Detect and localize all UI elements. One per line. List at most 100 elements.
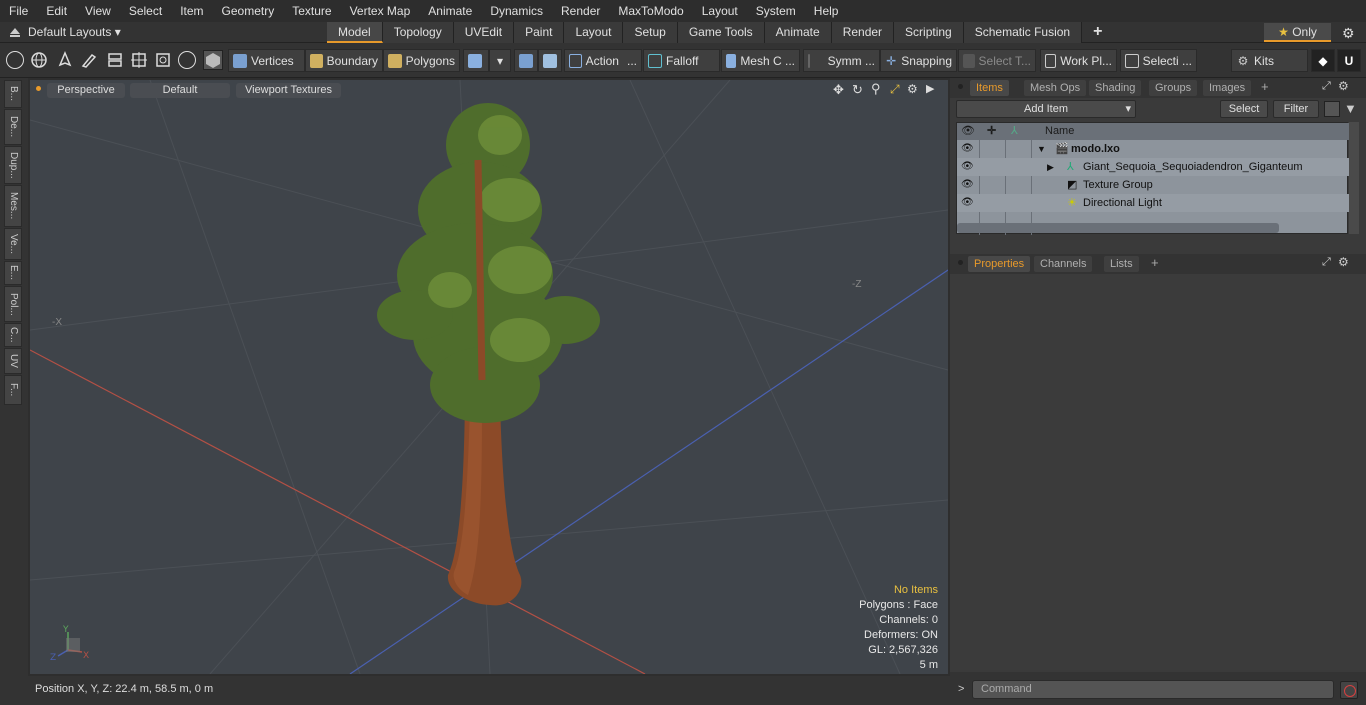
eye-icon[interactable]: 👁 xyxy=(961,161,974,173)
tree-row-texture-group[interactable]: 👁 ◩ Texture Group xyxy=(957,176,1349,194)
tab-mesh-ops[interactable]: Mesh Ops xyxy=(1024,80,1087,96)
menu-geometry[interactable]: Geometry xyxy=(213,0,284,22)
item-mode-dropdown[interactable]: ▾ xyxy=(489,49,511,72)
tab-render[interactable]: Render xyxy=(831,22,895,43)
panel-gear-icon[interactable]: ⚙ xyxy=(1338,79,1349,93)
tab-shading[interactable]: Shading xyxy=(1089,80,1142,96)
kits-button[interactable]: ⚙ Kits xyxy=(1231,49,1308,72)
panel-menu-dot-icon[interactable] xyxy=(958,260,963,265)
symmetry-button[interactable]: Symm ... xyxy=(803,49,880,72)
tree-h-scrollbar[interactable] xyxy=(957,223,1279,233)
tree-v-scrollbar[interactable] xyxy=(1349,122,1359,234)
action-center-button[interactable]: Action... xyxy=(564,49,642,72)
rotate-icon[interactable]: ↻ xyxy=(852,82,863,98)
tab-items[interactable]: Items xyxy=(970,80,1009,96)
menu-texture[interactable]: Texture xyxy=(283,0,340,22)
left-tab-fusion[interactable]: F... xyxy=(4,375,22,405)
expand-icon[interactable]: ⤢ xyxy=(1322,256,1331,269)
left-tab-deform[interactable]: De... xyxy=(4,109,22,145)
viewport-textures-dropdown[interactable]: Viewport Textures xyxy=(236,83,341,98)
tab-animate[interactable]: Animate xyxy=(764,22,832,43)
layout-dropdown[interactable]: Default Layouts ▾ xyxy=(28,22,121,43)
viewport-arrow-icon[interactable]: ▶ xyxy=(926,82,934,95)
item-mode-button[interactable] xyxy=(463,49,489,72)
align-icon[interactable] xyxy=(106,51,124,69)
falloff-button[interactable]: Falloff xyxy=(643,49,720,72)
clock-icon[interactable] xyxy=(178,51,196,69)
collapse-arrow-icon[interactable]: ▶ xyxy=(1047,158,1054,176)
add-tab-plus-icon[interactable]: + xyxy=(1082,22,1113,43)
menu-dynamics[interactable]: Dynamics xyxy=(481,0,552,22)
collapse-icon[interactable] xyxy=(9,26,21,38)
snapping-button[interactable]: ✛ Snapping xyxy=(880,49,957,72)
left-tab-basic[interactable]: B... xyxy=(4,80,22,108)
tab-layout[interactable]: Layout xyxy=(564,22,624,43)
left-tab-mesh-edit[interactable]: Mes... xyxy=(4,185,22,227)
work-plane-button[interactable]: Work Pl... xyxy=(1040,49,1117,72)
frame-icon[interactable] xyxy=(154,51,172,69)
maximize-icon[interactable]: ⤢ xyxy=(890,82,900,97)
boundary-button[interactable]: Boundary xyxy=(305,49,383,72)
menu-file[interactable]: File xyxy=(0,0,37,22)
left-tab-uv[interactable]: UV xyxy=(4,348,22,374)
globe-icon[interactable] xyxy=(30,51,48,69)
menu-view[interactable]: View xyxy=(76,0,120,22)
menu-select[interactable]: Select xyxy=(120,0,171,22)
tab-model[interactable]: Model xyxy=(327,22,383,43)
name-column-header[interactable]: Name xyxy=(1045,123,1074,140)
menu-help[interactable]: Help xyxy=(805,0,848,22)
tab-groups[interactable]: Groups xyxy=(1149,80,1198,96)
eye-icon[interactable]: 👁 xyxy=(961,179,974,191)
selection-sets-button[interactable]: Selecti ... xyxy=(1120,49,1197,72)
tab-scripting[interactable]: Scripting xyxy=(894,22,964,43)
tab-schematic-fusion[interactable]: Schematic Fusion xyxy=(963,22,1083,43)
select-button[interactable]: Select xyxy=(1220,100,1268,118)
eye-icon[interactable]: 👁 xyxy=(961,197,974,209)
panel-gear-icon[interactable]: ⚙ xyxy=(1338,255,1349,269)
tab-paint[interactable]: Paint xyxy=(514,22,565,43)
command-input[interactable]: Command xyxy=(972,680,1334,699)
viewport-menu-dot-icon[interactable] xyxy=(36,86,41,91)
add-item-button[interactable]: Add Item ▾ xyxy=(956,100,1136,118)
center-mode-button[interactable] xyxy=(514,49,538,72)
menu-vertex-map[interactable]: Vertex Map xyxy=(341,0,420,22)
pan-icon[interactable]: ✥ xyxy=(833,82,844,98)
expand-icon[interactable]: ⤢ xyxy=(1322,80,1331,93)
viewport-gear-icon[interactable]: ⚙ xyxy=(907,82,918,96)
funnel-icon[interactable]: ▼ xyxy=(1344,101,1357,116)
shading-dropdown[interactable]: Default xyxy=(130,83,230,98)
only-button[interactable]: ★ Only xyxy=(1264,23,1331,42)
filter-button[interactable]: Filter xyxy=(1273,100,1319,118)
mesh-constraints-button[interactable]: Mesh C ... xyxy=(721,49,800,72)
left-tab-duplicate[interactable]: Dup... xyxy=(4,146,22,184)
lock-header-icon[interactable]: ✛ xyxy=(987,123,996,140)
tab-topology[interactable]: Topology xyxy=(382,22,454,43)
view-mode-dropdown[interactable]: Perspective xyxy=(47,83,125,98)
tab-game-tools[interactable]: Game Tools xyxy=(677,22,765,43)
circle-select-icon[interactable] xyxy=(6,51,24,69)
menu-system[interactable]: System xyxy=(747,0,805,22)
shaded-cube-icon[interactable] xyxy=(203,50,223,70)
menu-edit[interactable]: Edit xyxy=(37,0,76,22)
3d-viewport[interactable]: Y X Z -Z -X Perspective Default Viewport… xyxy=(28,78,950,676)
unity-button[interactable]: ◆ xyxy=(1311,49,1335,72)
pivot-mode-button[interactable] xyxy=(538,49,562,72)
tab-images[interactable]: Images xyxy=(1203,80,1252,96)
grid-snap-icon[interactable] xyxy=(130,51,148,69)
tab-channels[interactable]: Channels xyxy=(1034,256,1093,272)
menu-item[interactable]: Item xyxy=(171,0,212,22)
menu-render[interactable]: Render xyxy=(552,0,609,22)
left-tab-polygon[interactable]: Pol... xyxy=(4,286,22,322)
left-tab-curve[interactable]: C... xyxy=(4,323,22,347)
left-tab-edge[interactable]: E... xyxy=(4,261,22,285)
tree-row-light[interactable]: 👁 ☀ Directional Light xyxy=(957,194,1349,212)
tab-uvedit[interactable]: UVEdit xyxy=(453,22,515,43)
eye-icon[interactable]: 👁 xyxy=(961,143,974,155)
gear-icon[interactable]: ⚙ xyxy=(1342,25,1355,42)
menu-maxtomodo[interactable]: MaxToModo xyxy=(609,0,692,22)
tree-row-mesh[interactable]: 👁 ▶ ⅄ Giant_Sequoia_Sequoiadendron_Gigan… xyxy=(957,158,1349,176)
tree-row-scene[interactable]: 👁 ▼ 🎬 modo.lxo xyxy=(957,140,1349,158)
panel-menu-dot-icon[interactable] xyxy=(958,84,963,89)
left-tab-vertex[interactable]: Ve... xyxy=(4,228,22,260)
pen-icon[interactable] xyxy=(56,51,74,69)
